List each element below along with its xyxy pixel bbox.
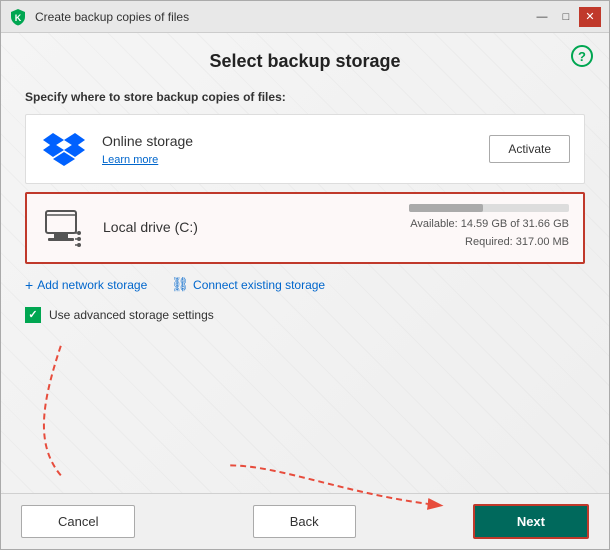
add-network-label: Add network storage	[37, 278, 147, 292]
online-storage-learn-more[interactable]: Learn more	[102, 154, 158, 166]
title-bar-controls: — □ ✕	[531, 7, 601, 27]
minimize-button[interactable]: —	[531, 7, 553, 27]
storage-progress-fill	[409, 204, 483, 212]
shield-icon: K	[9, 8, 27, 26]
window-title: Create backup copies of files	[35, 10, 189, 24]
subtitle: Specify where to store backup copies of …	[25, 90, 585, 104]
add-network-storage-link[interactable]: + Add network storage	[25, 276, 147, 293]
close-button[interactable]: ✕	[579, 7, 601, 27]
advanced-settings-row[interactable]: Use advanced storage settings	[25, 307, 585, 323]
advanced-settings-checkbox[interactable]	[25, 307, 41, 323]
links-row: + Add network storage ⛓ Connect existing…	[25, 276, 585, 293]
storage-available-text: Available: 14.59 GB of 31.66 GB	[409, 216, 569, 234]
svg-text:K: K	[15, 13, 22, 23]
main-window: K Create backup copies of files — □ ✕ ?	[0, 0, 610, 550]
dropbox-icon	[43, 131, 85, 167]
help-icon[interactable]: ?	[571, 45, 593, 67]
local-drive-name: Local drive (C:)	[103, 219, 409, 235]
local-drive-icon	[41, 204, 89, 252]
local-drive-option[interactable]: Local drive (C:) Available: 14.59 GB of …	[25, 192, 585, 264]
footer: Cancel Back Next	[1, 493, 609, 549]
activate-button[interactable]: Activate	[489, 135, 570, 163]
storage-progress-bar	[409, 204, 569, 212]
add-icon: +	[25, 277, 33, 293]
drive-svg-icon	[42, 205, 88, 251]
title-bar: K Create backup copies of files — □ ✕	[1, 1, 609, 33]
connect-existing-label: Connect existing storage	[193, 278, 325, 292]
main-content: Select backup storage Specify where to s…	[1, 33, 609, 493]
storage-required-text: Required: 317.00 MB	[409, 234, 569, 252]
back-button[interactable]: Back	[253, 505, 356, 538]
online-storage-option[interactable]: Online storage Learn more Activate	[25, 114, 585, 184]
advanced-settings-label[interactable]: Use advanced storage settings	[49, 308, 214, 322]
next-button[interactable]: Next	[473, 504, 589, 539]
link-icon: ⛓	[171, 276, 189, 293]
page-title: Select backup storage	[25, 51, 585, 72]
connect-existing-storage-link[interactable]: ⛓ Connect existing storage	[171, 276, 325, 293]
online-storage-info: Online storage Learn more	[102, 133, 479, 166]
maximize-button[interactable]: □	[555, 7, 577, 27]
local-drive-details: Available: 14.59 GB of 31.66 GB Required…	[409, 204, 569, 251]
cancel-button[interactable]: Cancel	[21, 505, 135, 538]
title-bar-left: K Create backup copies of files	[9, 8, 189, 26]
online-storage-icon	[40, 125, 88, 173]
local-drive-info: Local drive (C:)	[103, 219, 409, 237]
online-storage-name: Online storage	[102, 133, 479, 149]
content-area: ? Select backup storage Specify where to…	[1, 33, 609, 549]
